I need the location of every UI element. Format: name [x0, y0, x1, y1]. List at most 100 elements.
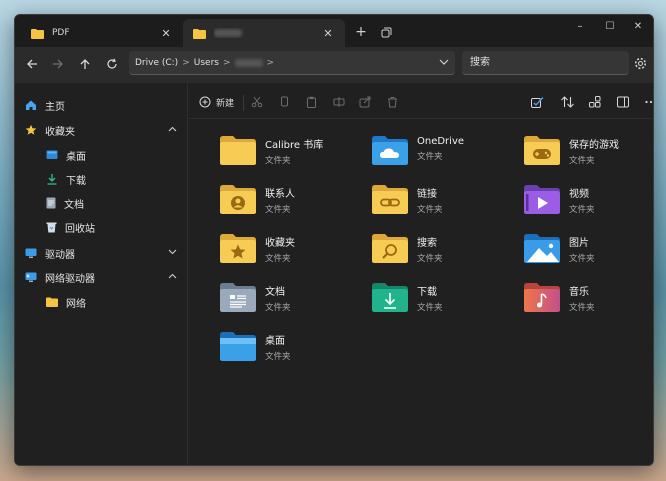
command-bar: 新建: [189, 83, 653, 119]
list-item[interactable]: OneDrive 文件夹: [371, 133, 521, 175]
documents-folder-icon: [220, 283, 256, 312]
file-explorer-window: PDF ✕ ✕ + – ☐ ✕ Drive (C:) > Users > > 搜…: [14, 14, 654, 466]
chevron-up-icon[interactable]: [168, 272, 177, 282]
list-item[interactable]: 桌面 文件夹: [219, 329, 369, 371]
item-type: 文件夹: [569, 205, 595, 215]
list-item[interactable]: 收藏夹 文件夹: [219, 231, 369, 273]
back-button[interactable]: [21, 53, 43, 75]
rename-button[interactable]: [333, 93, 345, 111]
sidebar-item-label: 文档: [64, 199, 84, 211]
folder-icon: [220, 136, 256, 165]
list-item[interactable]: Calibre 书库 文件夹: [219, 133, 369, 175]
details-pane-button[interactable]: [617, 93, 629, 111]
sidebar-item-label: 网络驱动器: [45, 273, 95, 285]
minimize-button[interactable]: –: [563, 15, 597, 37]
sidebar-item-label: 桌面: [66, 151, 86, 163]
recycle-bin-icon: [46, 222, 57, 233]
star-icon: [25, 124, 37, 135]
search-input[interactable]: [462, 51, 629, 75]
item-name: 链接: [417, 189, 437, 200]
cut-button[interactable]: [251, 93, 263, 111]
chevron-down-icon[interactable]: [168, 248, 177, 258]
download-icon: [47, 174, 57, 185]
tab-pdf[interactable]: PDF ✕: [21, 19, 183, 47]
sort-button[interactable]: [561, 93, 574, 111]
arrow-right-icon: [53, 59, 63, 69]
document-icon: [46, 197, 56, 209]
breadcrumb-separator: >: [266, 57, 275, 68]
list-item[interactable]: 链接 文件夹: [371, 182, 521, 224]
sidebar-item-label: 主页: [45, 101, 65, 113]
item-name: 搜索: [417, 238, 437, 249]
item-type: 文件夹: [265, 254, 291, 264]
desktop-folder-icon: [220, 332, 256, 361]
breadcrumb-redacted[interactable]: [234, 58, 263, 67]
breadcrumb-users[interactable]: Users: [194, 58, 219, 68]
sidebar-item-favorites[interactable]: 收藏夹: [25, 120, 177, 140]
item-name: 保存的游戏: [569, 140, 619, 151]
breadcrumb-separator: >: [222, 57, 231, 68]
address-dropdown-button[interactable]: [439, 58, 449, 68]
view-grid-icon: [589, 96, 601, 108]
sidebar-item-label: 驱动器: [45, 249, 75, 261]
music-folder-icon: [524, 283, 560, 312]
chevron-up-icon[interactable]: [168, 125, 177, 135]
sidebar-item-label: 收藏夹: [45, 126, 75, 138]
sidebar-item-home[interactable]: 主页: [25, 95, 177, 115]
list-item[interactable]: 视频 文件夹: [523, 182, 653, 224]
breadcrumb-drive[interactable]: Drive (C:): [135, 58, 178, 68]
item-type: 文件夹: [569, 156, 595, 166]
settings-button[interactable]: [631, 54, 649, 72]
more-options-button[interactable]: [645, 93, 653, 111]
up-button[interactable]: [74, 53, 96, 75]
list-item[interactable]: 图片 文件夹: [523, 231, 653, 273]
navigation-pane: 主页 收藏夹 桌面 下载 文档 回收站 驱动器 网络驱动器 网络: [15, 83, 188, 465]
links-folder-icon: [372, 185, 408, 214]
delete-button[interactable]: [387, 93, 398, 111]
sidebar-item-network-drives[interactable]: 网络驱动器: [25, 267, 177, 287]
select-button[interactable]: [531, 93, 544, 111]
network-drive-icon: [25, 272, 37, 282]
sidebar-item-downloads[interactable]: 下载: [46, 169, 166, 189]
item-name: 桌面: [265, 336, 285, 347]
list-item[interactable]: 联系人 文件夹: [219, 182, 369, 224]
item-type: 文件夹: [417, 303, 443, 313]
refresh-icon: [107, 58, 117, 69]
list-item[interactable]: 搜索 文件夹: [371, 231, 521, 273]
forward-button[interactable]: [47, 53, 69, 75]
downloads-folder-icon: [372, 283, 408, 312]
close-tab-button[interactable]: ✕: [321, 26, 335, 40]
folder-icon: [46, 297, 58, 307]
item-name: OneDrive: [417, 136, 465, 147]
list-item[interactable]: 下载 文件夹: [371, 280, 521, 322]
sidebar-item-drives[interactable]: 驱动器: [25, 243, 177, 263]
sidebar-item-label: 网络: [66, 298, 86, 310]
sidebar-item-network[interactable]: 网络: [46, 292, 166, 312]
list-item[interactable]: 音乐 文件夹: [523, 280, 653, 322]
sidebar-item-label: 下载: [66, 175, 86, 187]
paste-button[interactable]: [306, 93, 317, 111]
folder-icon: [193, 28, 206, 39]
contacts-folder-icon: [220, 185, 256, 214]
clipboard-icon: [307, 96, 316, 108]
new-tab-button[interactable]: +: [352, 23, 370, 41]
share-button[interactable]: [359, 93, 371, 111]
list-item[interactable]: 文档 文件夹: [219, 280, 369, 322]
navigation-bar: Drive (C:) > Users > >: [15, 47, 653, 83]
copy-button[interactable]: [279, 93, 290, 111]
sidebar-item-documents[interactable]: 文档: [46, 193, 166, 213]
view-button[interactable]: [589, 93, 601, 111]
refresh-button[interactable]: [101, 53, 123, 75]
address-bar[interactable]: Drive (C:) > Users > >: [129, 51, 455, 75]
sidebar-item-recycle-bin[interactable]: 回收站: [46, 217, 166, 237]
close-tab-button[interactable]: ✕: [159, 26, 173, 40]
tab-user-folder[interactable]: ✕: [183, 19, 345, 47]
item-name: 图片: [569, 238, 589, 249]
list-item[interactable]: 保存的游戏 文件夹: [523, 133, 653, 175]
duplicate-icon: [381, 27, 391, 37]
duplicate-tab-button[interactable]: [377, 23, 395, 41]
new-button[interactable]: 新建: [199, 93, 234, 111]
sidebar-item-desktop[interactable]: 桌面: [46, 145, 166, 165]
share-icon: [359, 96, 371, 108]
close-window-button[interactable]: ✕: [621, 15, 653, 37]
